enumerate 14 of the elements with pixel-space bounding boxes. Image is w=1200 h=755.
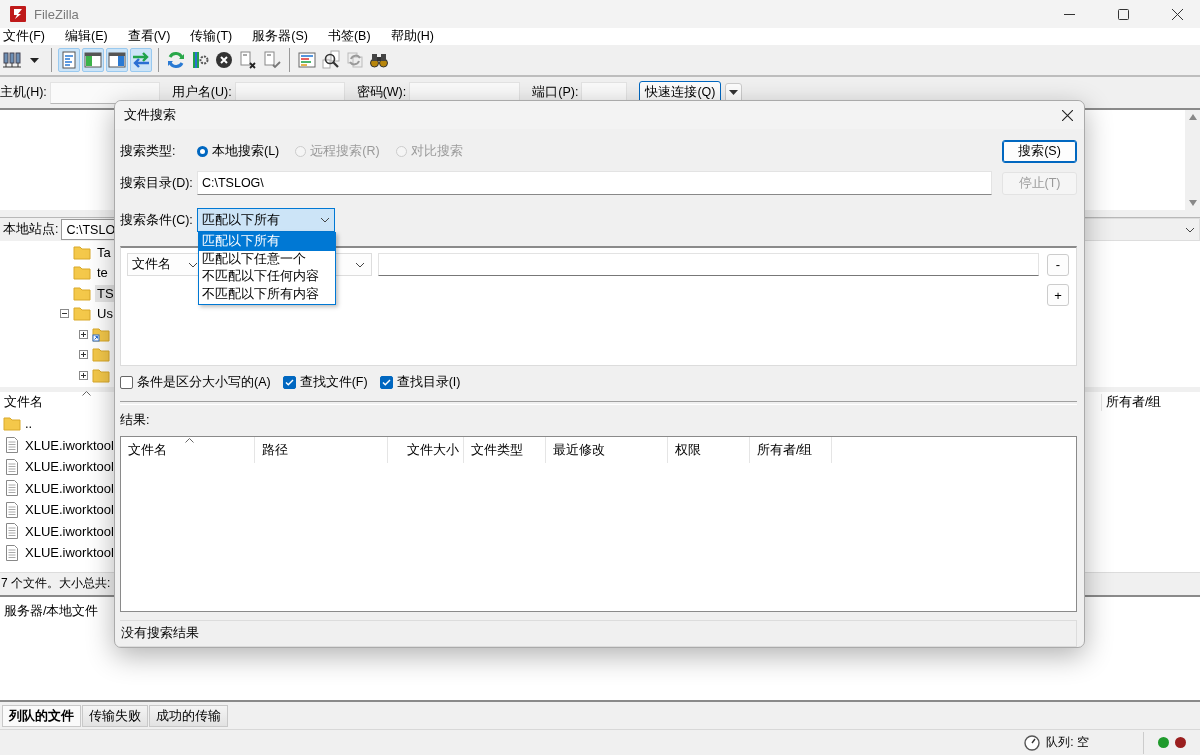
results-label: 结果: <box>120 412 151 429</box>
status-text: 7 个文件。大小总共: <box>1 574 111 592</box>
site-label: 本地站点: <box>2 221 60 238</box>
field-label: 密码(W): <box>356 84 407 101</box>
field-label: 搜索目录(D): <box>120 174 194 192</box>
field-label: 主机(H): <box>0 84 47 101</box>
field-label: 端口(P): <box>532 84 579 101</box>
field-label: 搜索条件(C): <box>120 211 194 229</box>
dialog-title: 文件搜索 <box>124 106 176 124</box>
status-text: 没有搜索结果 <box>121 625 199 642</box>
field-label: 搜索类型: <box>120 142 177 160</box>
window-title: FileZilla <box>34 6 80 22</box>
queue-status: 队列: 空 <box>1046 734 1089 751</box>
field-label: 用户名(U): <box>171 84 232 101</box>
